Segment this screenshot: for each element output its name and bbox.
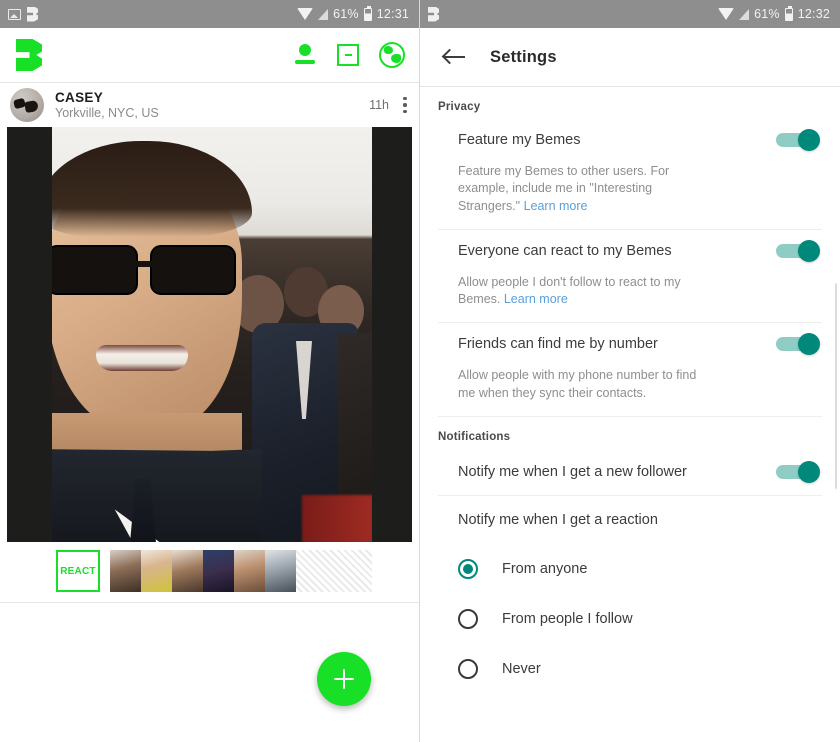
radio-option-never[interactable]: Never (420, 644, 840, 694)
cell-signal-icon (739, 8, 750, 20)
battery-percent: 61% (333, 7, 359, 21)
app-bar-left (0, 28, 419, 82)
setting-description-text: Allow people I don't follow to react to … (458, 274, 681, 306)
setting-description: Feature my Bemes to other users. For exa… (458, 161, 706, 229)
overflow-menu-icon[interactable] (403, 96, 407, 114)
radio-option-from-anyone[interactable]: From anyone (420, 544, 840, 594)
setting-title: Feature my Bemes (458, 132, 581, 148)
vertical-scrollbar[interactable] (835, 283, 837, 489)
globe-icon[interactable] (379, 42, 405, 68)
status-bar-system-right: 61% 12:32 (718, 5, 830, 21)
wifi-icon (718, 8, 735, 20)
reaction-thumb[interactable] (265, 550, 296, 592)
settings-screen: 61% 12:32 Settings Privacy Feature my Be… (420, 0, 840, 742)
settings-app-bar: Settings (420, 28, 840, 86)
status-bar-notifications (8, 6, 38, 22)
setting-friends-find-by-number[interactable]: Friends can find me by number Allow peop… (420, 323, 840, 416)
reaction-empty-slot (296, 550, 372, 592)
status-bar-left: 61% 12:31 (0, 0, 419, 28)
settings-list: Privacy Feature my Bemes Feature my Beme… (420, 87, 840, 742)
radio-label: From people I follow (502, 610, 633, 627)
toggle-friends-find-by-number[interactable] (776, 333, 820, 356)
toggle-notify-new-follower[interactable] (776, 460, 820, 483)
post-header: CASEY Yorkville, NYC, US 11h (0, 83, 419, 127)
radio-icon-selected[interactable] (458, 558, 478, 579)
screenshot-icon (8, 8, 21, 20)
clock: 12:31 (376, 7, 409, 21)
video-selfie-mouth (96, 345, 188, 371)
setting-description: Allow people I don't follow to react to … (458, 272, 706, 323)
battery-icon (363, 5, 372, 21)
radio-option-from-people-i-follow[interactable]: From people I follow (420, 594, 840, 644)
reaction-strip: REACT (0, 550, 419, 592)
reaction-thumb[interactable] (110, 550, 141, 592)
post-timestamp: 11h (369, 98, 389, 112)
beme-logo (16, 39, 42, 71)
section-header-privacy: Privacy (438, 101, 481, 113)
feed-screen: 61% 12:31 CASEY Yorkville, NYC, US 11h R… (0, 0, 420, 742)
learn-more-link[interactable]: Learn more (524, 199, 588, 213)
post-author-block: CASEY Yorkville, NYC, US (55, 90, 159, 120)
post-location: Yorkville, NYC, US (55, 106, 159, 120)
wifi-icon (297, 8, 314, 20)
radio-label: From anyone (502, 560, 588, 577)
setting-title: Notify me when I get a reaction (458, 511, 658, 528)
beme-app-icon (27, 6, 38, 22)
section-header-notifications: Notifications (438, 430, 511, 443)
setting-feature-my-bemes[interactable]: Feature my Bemes Feature my Bemes to oth… (420, 119, 840, 229)
dual-screenshot: 61% 12:31 CASEY Yorkville, NYC, US 11h R… (0, 0, 840, 742)
video-frame (52, 127, 372, 542)
setting-description: Allow people with my phone number to fin… (458, 368, 697, 400)
clock: 12:32 (797, 7, 830, 21)
status-bar-right: 61% 12:32 (420, 0, 840, 28)
video-red-carpet (302, 495, 372, 542)
video-selfie-sunglasses (52, 245, 248, 297)
learn-more-link[interactable]: Learn more (504, 292, 568, 306)
react-button[interactable]: REACT (56, 550, 100, 592)
reaction-thumb[interactable] (234, 550, 265, 592)
reaction-thumbnails (110, 550, 372, 592)
setting-title: Notify me when I get a new follower (458, 463, 687, 480)
square-dash-icon[interactable] (337, 44, 359, 66)
app-bar-actions (293, 42, 405, 68)
radio-label: Never (502, 660, 541, 677)
post-divider (0, 602, 419, 603)
setting-notify-new-follower[interactable]: Notify me when I get a new follower (420, 449, 840, 495)
status-bar-notifications-right (428, 6, 439, 22)
reaction-thumb[interactable] (203, 550, 234, 592)
toggle-everyone-can-react[interactable] (776, 239, 820, 262)
beme-app-icon (428, 6, 439, 22)
avatar[interactable] (10, 88, 44, 122)
toggle-feature-my-bemes[interactable] (776, 129, 820, 151)
setting-title: Everyone can react to my Bemes (458, 242, 672, 259)
profile-icon[interactable] (293, 43, 317, 67)
reaction-thumb[interactable] (172, 550, 203, 592)
battery-icon (784, 5, 793, 21)
video-player[interactable] (7, 127, 412, 542)
setting-title: Friends can find me by number (458, 336, 658, 353)
setting-everyone-can-react[interactable]: Everyone can react to my Bemes Allow peo… (420, 230, 840, 323)
setting-notify-reaction: Notify me when I get a reaction (420, 496, 840, 544)
cell-signal-icon (318, 8, 329, 20)
page-title: Settings (490, 47, 557, 66)
video-selfie-jacket (52, 449, 262, 542)
create-beme-fab[interactable] (317, 652, 371, 706)
radio-icon[interactable] (458, 608, 478, 629)
radio-icon[interactable] (458, 658, 478, 679)
status-bar-system: 61% 12:31 (297, 5, 409, 21)
post-author-name: CASEY (55, 90, 104, 105)
battery-percent: 61% (754, 7, 780, 21)
back-arrow-icon[interactable] (444, 48, 466, 66)
reaction-thumb[interactable] (141, 550, 172, 592)
